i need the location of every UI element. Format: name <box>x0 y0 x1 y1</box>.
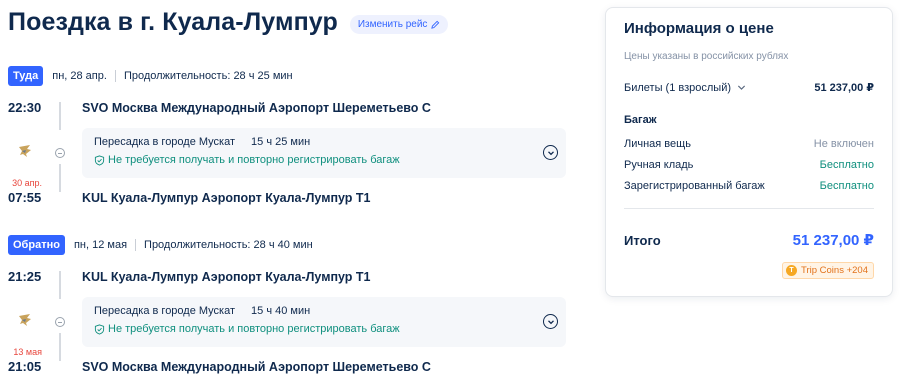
baggage-value: Бесплатно <box>819 180 874 192</box>
divider <box>624 208 874 209</box>
expand-chevron-icon <box>547 319 554 324</box>
timeline-line <box>59 102 61 130</box>
edit-icon <box>431 20 440 29</box>
baggage-row: Зарегистрированный багаж Бесплатно <box>624 180 874 192</box>
coin-icon: T <box>786 265 798 276</box>
total-label: Итого <box>624 232 661 248</box>
shield-check-icon <box>94 154 105 166</box>
baggage-row: Личная вещь Не включен <box>624 138 874 150</box>
departure-place: SVO Москва Международный Аэропорт Шереме… <box>82 101 431 115</box>
leg-return: Обратно пн, 12 мая Продолжительность: 28… <box>8 235 568 375</box>
direction-badge: Туда <box>8 66 44 86</box>
transfer-city: Пересадка в городе Мускат <box>94 136 236 148</box>
leg-date: пн, 28 апр. <box>52 70 107 82</box>
baggage-label: Личная вещь <box>624 138 691 150</box>
tickets-label: Билеты (1 взрослый) <box>624 81 732 94</box>
arrival-time: 21:05 <box>8 359 42 374</box>
transfer-city: Пересадка в городе Мускат <box>94 305 236 317</box>
departure-time: 21:25 <box>8 269 42 284</box>
total-value: 51 237,00 ₽ <box>792 232 874 249</box>
leg-header: Туда пн, 28 апр. Продолжительность: 28 ч… <box>8 66 568 86</box>
transfer-box: Пересадка в городе Мускат 15 ч 25 мин Не… <box>82 128 566 178</box>
arrival-day: 13 мая <box>13 347 42 357</box>
leg-date: пн, 12 мая <box>73 239 128 251</box>
baggage-note: Не требуется получать и повторно регистр… <box>108 323 400 335</box>
currency-note: Цены указаны в российских рублях <box>624 51 789 62</box>
chevron-down-icon <box>737 85 746 90</box>
departure-place: KUL Куала-Лумпур Аэропорт Куала-Лумпур T… <box>82 270 371 284</box>
arrival-place: SVO Москва Международный Аэропорт Шереме… <box>82 360 431 374</box>
arrival-place: KUL Куала-Лумпур Аэропорт Куала-Лумпур T… <box>82 191 371 205</box>
price-card-title: Информация о цене <box>624 20 774 37</box>
timeline-line <box>59 271 61 299</box>
trip-coins-label: Trip Coins +204 <box>801 265 868 276</box>
stop-dot <box>55 317 65 327</box>
tickets-value: 51 237,00 ₽ <box>814 82 874 94</box>
transfer-box: Пересадка в городе Мускат 15 ч 40 мин Не… <box>82 297 566 347</box>
departure-time: 22:30 <box>8 100 42 115</box>
timeline-line <box>59 333 61 361</box>
expand-transfer-button[interactable] <box>543 145 558 160</box>
stop-dot <box>55 148 65 158</box>
total-row: Итого 51 237,00 ₽ <box>624 231 874 249</box>
change-flight-button[interactable]: Изменить рейс <box>349 14 449 34</box>
baggage-title: Багаж <box>624 114 657 126</box>
baggage-value: Бесплатно <box>819 159 874 171</box>
timeline-line <box>59 164 61 192</box>
airline-logo-icon <box>19 314 31 326</box>
airline-logo-icon <box>19 145 31 157</box>
direction-badge: Обратно <box>8 235 65 255</box>
divider <box>135 239 137 251</box>
baggage-label: Зарегистрированный багаж <box>624 180 765 192</box>
tickets-row[interactable]: Билеты (1 взрослый) 51 237,00 ₽ <box>624 81 874 95</box>
leg-header: Обратно пн, 12 мая Продолжительность: 28… <box>8 235 568 255</box>
expand-chevron-icon <box>547 150 554 155</box>
baggage-value: Не включен <box>813 138 874 150</box>
shield-check-icon <box>94 323 105 335</box>
divider <box>114 70 116 82</box>
leg-duration: Продолжительность: 28 ч 25 мин <box>123 70 293 82</box>
change-flight-label: Изменить рейс <box>357 18 428 30</box>
baggage-row: Ручная кладь Бесплатно <box>624 159 874 171</box>
price-info-card: Информация о цене Цены указаны в российс… <box>605 7 893 297</box>
baggage-note: Не требуется получать и повторно регистр… <box>108 154 400 166</box>
baggage-label: Ручная кладь <box>624 159 694 171</box>
arrival-time: 07:55 <box>8 190 42 205</box>
page-title: Поездка в г. Куала-Лумпур <box>8 8 338 36</box>
expand-transfer-button[interactable] <box>543 314 558 329</box>
transfer-time: 15 ч 25 мин <box>251 136 311 148</box>
leg-duration: Продолжительность: 28 ч 40 мин <box>144 239 313 251</box>
title-row: Поездка в г. Куала-Лумпур Изменить рейс <box>8 8 449 37</box>
trip-coins-badge: T Trip Coins +204 <box>782 262 874 279</box>
leg-outbound: Туда пн, 28 апр. Продолжительность: 28 ч… <box>8 66 568 206</box>
transfer-time: 15 ч 40 мин <box>251 305 311 317</box>
arrival-day: 30 апр. <box>12 178 42 188</box>
